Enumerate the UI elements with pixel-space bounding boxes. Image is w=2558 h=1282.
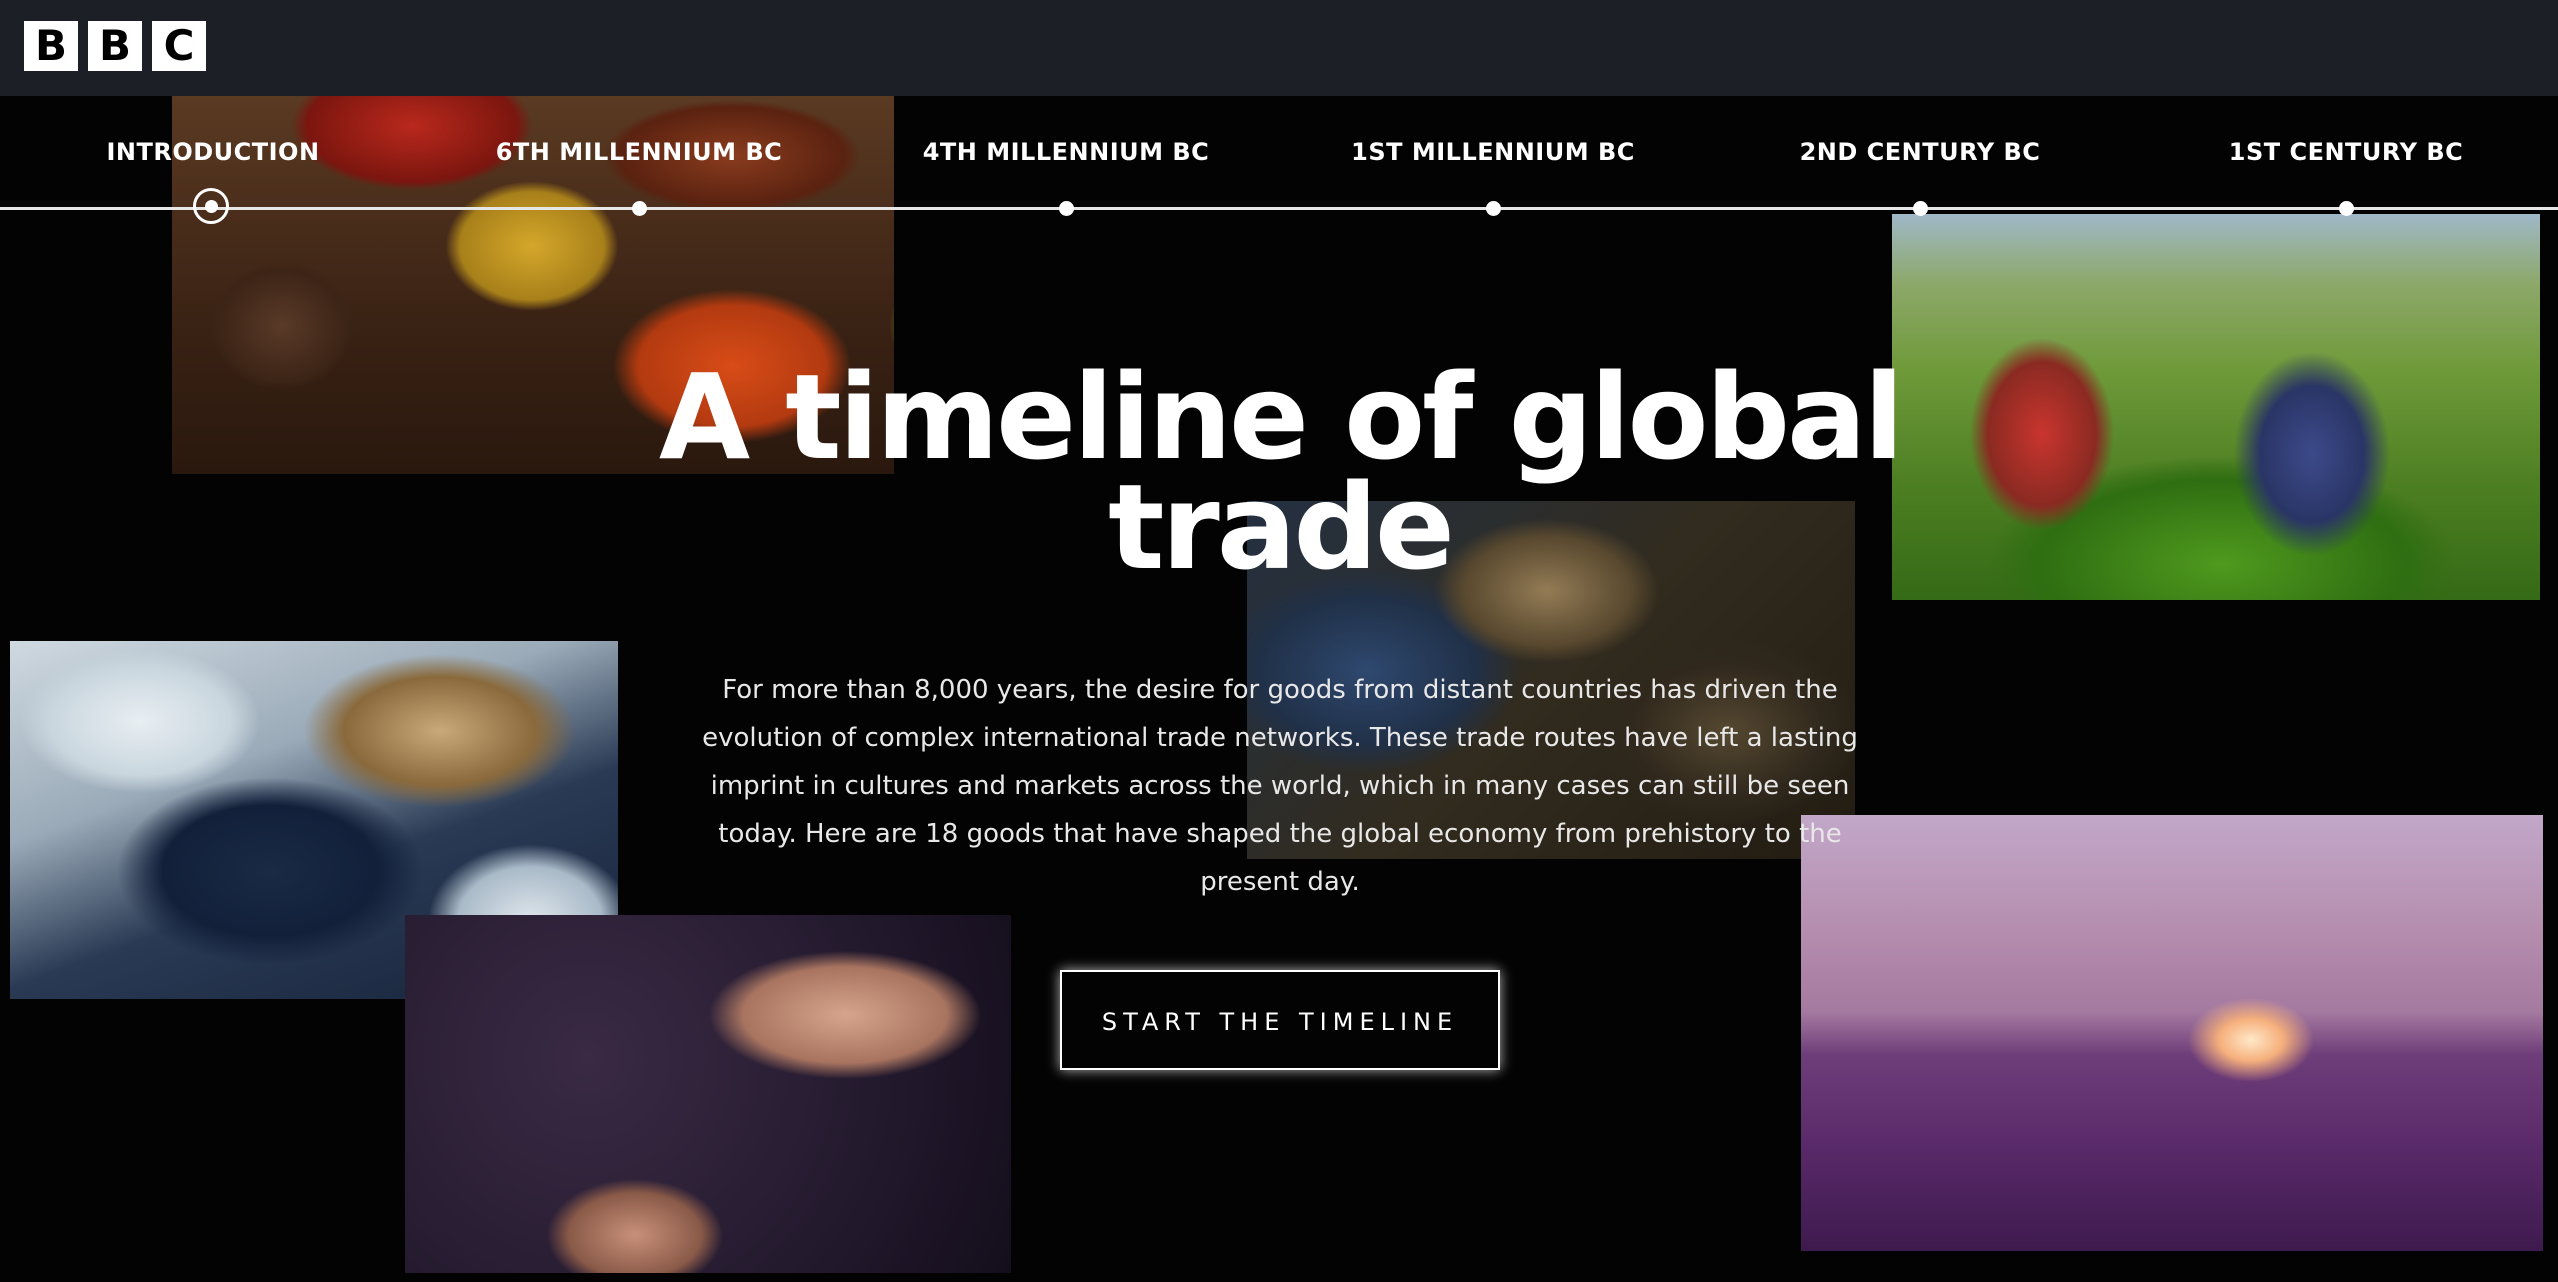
timeline-dot-icon xyxy=(1058,201,1074,216)
timeline-dot-icon xyxy=(1912,201,1928,216)
grapes-photo xyxy=(405,915,1011,1273)
timeline-item-label: 1ST CENTURY BC xyxy=(2228,138,2464,166)
timeline-nav: INTRODUCTION 6TH MILLENNIUM BC 4TH MILLE… xyxy=(0,96,2558,226)
timeline-dot-icon xyxy=(631,201,647,216)
timeline-item-2nd-century-bc[interactable]: 2ND CENTURY BC xyxy=(1740,96,2100,226)
logo-letter-1: B xyxy=(24,21,78,71)
timeline-item-label: 6TH MILLENNIUM BC xyxy=(495,138,783,166)
logo-letter-2: B xyxy=(88,21,142,71)
timeline-item-label: 1ST MILLENNIUM BC xyxy=(1351,138,1635,166)
bbc-logo[interactable]: B B C xyxy=(24,21,206,71)
timeline-dot-icon xyxy=(1485,201,1501,216)
logo-letter-3: C xyxy=(152,21,206,71)
timeline-item-1st-century-bc[interactable]: 1ST CENTURY BC xyxy=(2166,96,2526,226)
lavender-field-photo xyxy=(1801,815,2543,1251)
timeline-dot-icon xyxy=(2338,201,2354,216)
timeline-item-6th-millennium-bc[interactable]: 6TH MILLENNIUM BC xyxy=(459,96,819,226)
timeline-item-4th-millennium-bc[interactable]: 4TH MILLENNIUM BC xyxy=(886,96,1246,226)
timeline-item-label: 2ND CENTURY BC xyxy=(1799,138,2041,166)
start-timeline-button[interactable]: START THE TIMELINE xyxy=(1060,970,1500,1070)
timeline-active-dot-icon xyxy=(193,188,229,224)
timeline-item-1st-millennium-bc[interactable]: 1ST MILLENNIUM BC xyxy=(1313,96,1673,226)
timeline-item-introduction[interactable]: INTRODUCTION xyxy=(33,96,393,226)
timeline-item-label: INTRODUCTION xyxy=(106,138,320,166)
top-bar: B B C xyxy=(0,0,2558,96)
timeline-item-label: 4TH MILLENNIUM BC xyxy=(922,138,1210,166)
page-title: A timeline of global trade xyxy=(658,348,1904,596)
hero-stage: INTRODUCTION 6TH MILLENNIUM BC 4TH MILLE… xyxy=(0,96,2558,1282)
intro-paragraph: For more than 8,000 years, the desire fo… xyxy=(702,675,1858,897)
